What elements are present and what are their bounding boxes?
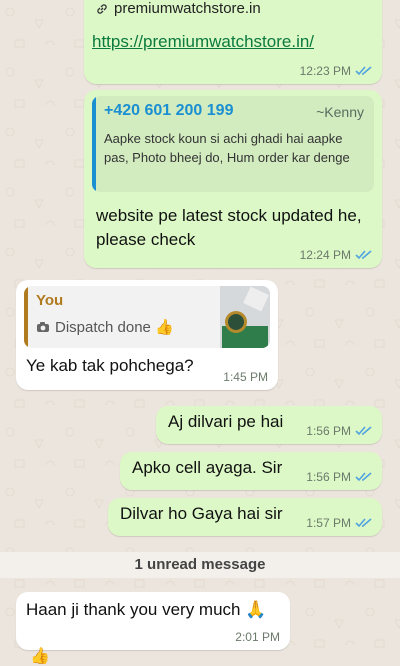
quoted-message[interactable]: You Dispatch done 👍 [24, 286, 270, 348]
double-check-icon [355, 66, 372, 76]
double-check-icon [355, 426, 372, 436]
message-time: 2:01 PM [235, 630, 280, 644]
message-reply[interactable]: +420 601 200 199 ~Kenny Aapke stock koun… [84, 90, 382, 268]
message-time: 1:56 PM [306, 424, 351, 438]
quoted-message[interactable]: +420 601 200 199 ~Kenny Aapke stock koun… [92, 96, 374, 192]
message-incoming-reply[interactable]: You Dispatch done 👍 Ye kab tak pohchega?… [16, 280, 278, 390]
message-time: 1:57 PM [306, 516, 351, 530]
message-text: website pe latest stock updated he, plea… [96, 206, 362, 249]
message-text: Haan ji thank you very much 🙏 [26, 600, 267, 619]
reaction-emoji: 👍 [30, 648, 50, 665]
camera-icon [37, 322, 49, 332]
message-text-bubble[interactable]: Aj dilvari pe hai 1:56 PM [156, 406, 382, 444]
double-check-icon [355, 518, 372, 528]
unread-divider: 1 unread message [0, 552, 400, 578]
message-text: Dilvar ho Gaya hai sir [120, 504, 283, 523]
message-text: Aj dilvari pe hai [168, 412, 284, 431]
link-host-label: premiumwatchstore.in [114, 0, 261, 17]
message-meta: 2:01 PM [235, 630, 280, 644]
message-meta: 1:45 PM [223, 370, 268, 384]
quote-text: Dispatch done 👍 [55, 319, 174, 336]
message-time: 12:23 PM [299, 64, 351, 78]
message-meta: 12:24 PM [300, 248, 372, 262]
link-icon [97, 3, 107, 14]
message-meta: 1:57 PM [306, 516, 372, 530]
message-link[interactable]: premiumwatchstore.in https://premiumwatc… [84, 0, 382, 84]
quote-author: You [36, 292, 64, 309]
message-meta: 1:56 PM [306, 424, 372, 438]
quote-phone: +420 601 200 199 [104, 102, 234, 119]
message-incoming[interactable]: Haan ji thank you very much 🙏 2:01 PM [16, 592, 290, 650]
message-time: 1:56 PM [306, 470, 351, 484]
quote-author-name: ~Kenny [316, 104, 364, 120]
message-text: Apko cell ayaga. Sir [132, 458, 283, 477]
link-url[interactable]: https://premiumwatchstore.in/ [92, 32, 314, 52]
message-time: 12:24 PM [299, 248, 351, 262]
message-text-bubble[interactable]: Apko cell ayaga. Sir 1:56 PM [120, 452, 382, 490]
quote-text: Aapke stock koun si achi ghadi hai aapke… [104, 131, 350, 165]
message-meta: 1:56 PM [306, 470, 372, 484]
message-time: 1:45 PM [223, 370, 268, 384]
message-text: Ye kab tak pohchega? [26, 356, 194, 375]
double-check-icon [355, 472, 372, 482]
message-text-bubble[interactable]: Dilvar ho Gaya hai sir 1:57 PM [108, 498, 382, 536]
watch-thumbnail [220, 286, 270, 348]
double-check-icon [355, 250, 372, 260]
message-meta: 12:23 PM [300, 64, 372, 78]
